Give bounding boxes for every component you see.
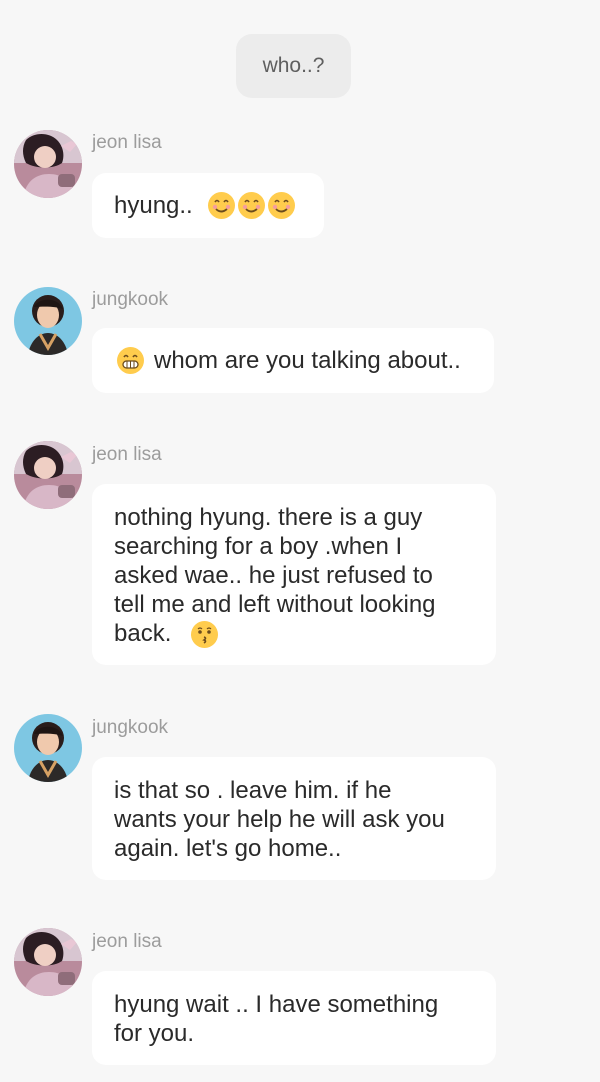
message-bubble: hyung.. xyxy=(92,173,324,238)
message-line: wants your help he will ask you xyxy=(114,806,445,833)
sender-name: jeon lisa xyxy=(92,444,162,465)
jungkook-avatar[interactable] xyxy=(14,714,82,782)
jungkook-avatar[interactable] xyxy=(14,287,82,355)
sender-name: jungkook xyxy=(92,717,169,738)
sender-name: jungkook xyxy=(92,289,169,310)
message-bubble: is that so . leave him. if he wants your… xyxy=(92,757,496,880)
lisa-avatar[interactable] xyxy=(14,928,82,996)
sender-name: jeon lisa xyxy=(92,132,162,153)
message-bubble: whom are you talking about.. xyxy=(92,328,494,393)
message-line: for you. xyxy=(114,1020,195,1047)
smiling-blush-emoji xyxy=(207,191,236,220)
message-line: asked wae.. he just refused to xyxy=(114,562,433,589)
message-bubble: nothing hyung. there is a guy searching … xyxy=(92,484,496,665)
grinning-teeth-emoji xyxy=(116,346,145,375)
emoji-group xyxy=(207,191,296,220)
smiling-blush-emoji xyxy=(267,191,296,220)
message-line: hyung wait .. I have something xyxy=(114,991,439,1018)
message-text: hyung.. xyxy=(114,192,193,219)
message-line: nothing hyung. there is a guy xyxy=(114,504,423,531)
system-message-bubble: who..? xyxy=(236,34,351,98)
message-line: searching for a boy .when I xyxy=(114,533,403,560)
message-text: whom are you talking about.. xyxy=(154,347,461,374)
smiling-blush-emoji xyxy=(237,191,266,220)
message-line-last: back. xyxy=(114,619,474,649)
message-line: back. xyxy=(114,620,172,647)
message-line: again. let's go home.. xyxy=(114,835,342,862)
sender-name: jeon lisa xyxy=(92,931,162,952)
message-bubble: hyung wait .. I have something for you. xyxy=(92,971,496,1065)
message-line: is that so . leave him. if he xyxy=(114,777,392,804)
lisa-avatar[interactable] xyxy=(14,130,82,198)
message-line: tell me and left without looking xyxy=(114,591,436,618)
lisa-avatar[interactable] xyxy=(14,441,82,509)
system-message-text: who..? xyxy=(262,54,325,77)
kissing-emoji xyxy=(190,620,219,649)
